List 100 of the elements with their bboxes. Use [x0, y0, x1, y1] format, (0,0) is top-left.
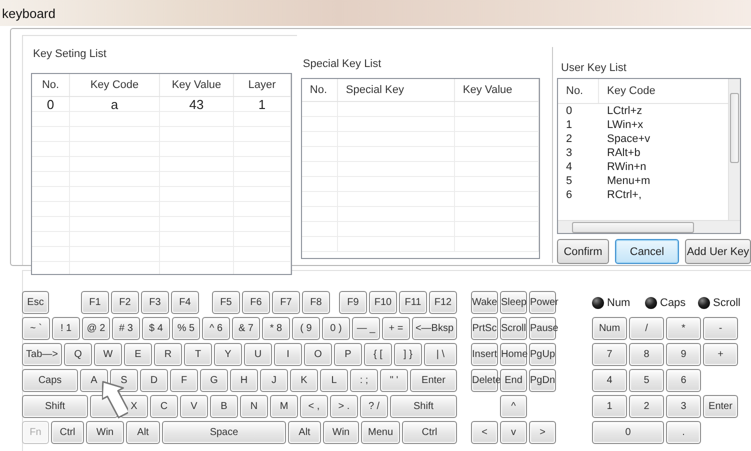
keyboard-key[interactable]: -: [703, 317, 738, 340]
keyboard-key[interactable]: Tab—>: [22, 343, 62, 366]
column-header[interactable]: No.: [558, 79, 599, 103]
keyboard-key[interactable]: K: [290, 369, 318, 392]
keyboard-key[interactable]: " ': [380, 369, 408, 392]
keyboard-key[interactable]: N: [240, 395, 268, 418]
keyboard-key[interactable]: O: [304, 343, 332, 366]
keyboard-key[interactable]: Enter: [703, 395, 738, 418]
keyboard-key[interactable]: T: [184, 343, 212, 366]
keyboard-key[interactable]: >: [529, 421, 556, 444]
vertical-scrollbar[interactable]: [728, 79, 740, 221]
keyboard-key[interactable]: Home: [500, 343, 527, 366]
keyboard-key[interactable]: Delete: [471, 369, 498, 392]
keyboard-key[interactable]: ^: [500, 395, 527, 418]
keyboard-key[interactable]: F8: [302, 291, 330, 314]
keyboard-key[interactable]: F2: [111, 291, 139, 314]
keyboard-key[interactable]: I: [274, 343, 302, 366]
keyboard-key[interactable]: <: [471, 421, 498, 444]
column-header[interactable]: Layer: [234, 74, 291, 96]
column-header[interactable]: Key Value: [160, 74, 234, 96]
keyboard-key[interactable]: 4: [592, 369, 627, 392]
keyboard-key[interactable]: Win: [86, 421, 124, 444]
dialog-button[interactable]: Add Uer Key: [685, 239, 751, 264]
keyboard-key[interactable]: 2: [629, 395, 664, 418]
keyboard-key[interactable]: Ctrl: [51, 421, 84, 444]
dialog-button[interactable]: Cancel: [615, 239, 679, 264]
keyboard-key[interactable]: P: [334, 343, 362, 366]
keyboard-key[interactable]: V: [180, 395, 208, 418]
keyboard-key[interactable]: R: [154, 343, 182, 366]
keyboard-key[interactable]: 8: [629, 343, 664, 366]
keyboard-key[interactable]: F1: [81, 291, 109, 314]
keyboard-key[interactable]: > .: [330, 395, 358, 418]
keyboard-key[interactable]: *: [666, 317, 701, 340]
keyboard-key[interactable]: & 7: [232, 317, 260, 340]
keyboard-key[interactable]: Esc: [22, 291, 49, 314]
column-header[interactable]: No.: [302, 79, 338, 101]
column-header[interactable]: Key Code: [70, 74, 160, 96]
keyboard-key[interactable]: # 3: [112, 317, 140, 340]
keyboard-key[interactable]: J: [260, 369, 288, 392]
keyboard-key[interactable]: Menu: [361, 421, 400, 444]
keyboard-key[interactable]: Alt: [288, 421, 321, 444]
keyboard-key[interactable]: Shift: [390, 395, 457, 418]
keyboard-key[interactable]: F7: [272, 291, 300, 314]
keyboard-key[interactable]: .: [666, 421, 701, 444]
keyboard-key[interactable]: PgDn: [529, 369, 556, 392]
keyboard-key[interactable]: H: [230, 369, 258, 392]
keyboard-key[interactable]: +: [703, 343, 738, 366]
keyboard-key[interactable]: * 8: [262, 317, 290, 340]
keyboard-key[interactable]: Caps: [22, 369, 78, 392]
keyboard-key[interactable]: F5: [212, 291, 240, 314]
keyboard-key[interactable]: F: [170, 369, 198, 392]
keyboard-key[interactable]: End: [500, 369, 527, 392]
keyboard-key[interactable]: Space: [162, 421, 286, 444]
keyboard-key[interactable]: Sleep: [500, 291, 527, 314]
keyboard-key[interactable]: 9: [666, 343, 701, 366]
keyboard-key[interactable]: D: [140, 369, 168, 392]
keyboard-key[interactable]: 0: [592, 421, 664, 444]
keyboard-key[interactable]: L: [320, 369, 348, 392]
keyboard-key[interactable]: <—Bksp: [412, 317, 457, 340]
keyboard-key[interactable]: A: [80, 369, 108, 392]
keyboard-key[interactable]: F4: [171, 291, 199, 314]
keyboard-key[interactable]: /: [629, 317, 664, 340]
keyboard-key[interactable]: M: [270, 395, 298, 418]
keyboard-key[interactable]: ] }: [394, 343, 422, 366]
keyboard-key[interactable]: 0 ): [322, 317, 350, 340]
keyboard-key[interactable]: 3: [666, 395, 701, 418]
keyboard-key[interactable]: ( 9: [292, 317, 320, 340]
keyboard-key[interactable]: ^ 6: [202, 317, 230, 340]
keyboard-key[interactable]: 6: [666, 369, 701, 392]
keyboard-key[interactable]: ~ `: [22, 317, 50, 340]
keyboard-key[interactable]: Win: [323, 421, 359, 444]
keyboard-key[interactable]: 7: [592, 343, 627, 366]
keyboard-key[interactable]: F10: [369, 291, 397, 314]
keyboard-key[interactable]: E: [124, 343, 152, 366]
keyboard-key[interactable]: U: [244, 343, 272, 366]
keyboard-key[interactable]: W: [94, 343, 122, 366]
keyboard-key[interactable]: Q: [64, 343, 92, 366]
keyboard-key[interactable]: { [: [364, 343, 392, 366]
keyboard-key[interactable]: 1: [592, 395, 627, 418]
keyboard-key[interactable]: PrtSc: [471, 317, 498, 340]
keyboard-key[interactable]: % 5: [172, 317, 200, 340]
keyboard-key[interactable]: Alt: [126, 421, 160, 444]
keyboard-key[interactable]: Power: [529, 291, 556, 314]
keyboard-key[interactable]: Num: [592, 317, 627, 340]
keyboard-key[interactable]: G: [200, 369, 228, 392]
horizontal-scrollbar[interactable]: [558, 220, 740, 233]
keyboard-key[interactable]: Pause: [529, 317, 556, 340]
keyboard-key[interactable]: Ctrl: [402, 421, 457, 444]
keyboard-key[interactable]: ? /: [360, 395, 388, 418]
keyboard-key[interactable]: F9: [339, 291, 367, 314]
keyboard-key[interactable]: F3: [141, 291, 169, 314]
dialog-button[interactable]: Confirm: [557, 239, 609, 264]
keyboard-key[interactable]: v: [500, 421, 527, 444]
keyboard-key[interactable]: Wake: [471, 291, 498, 314]
column-header[interactable]: No.: [32, 74, 70, 96]
keyboard-key[interactable]: C: [150, 395, 178, 418]
keyboard-key[interactable]: F11: [399, 291, 427, 314]
keyboard-key[interactable]: < ,: [300, 395, 328, 418]
keyboard-key[interactable]: Y: [214, 343, 242, 366]
keyboard-key[interactable]: F6: [242, 291, 270, 314]
